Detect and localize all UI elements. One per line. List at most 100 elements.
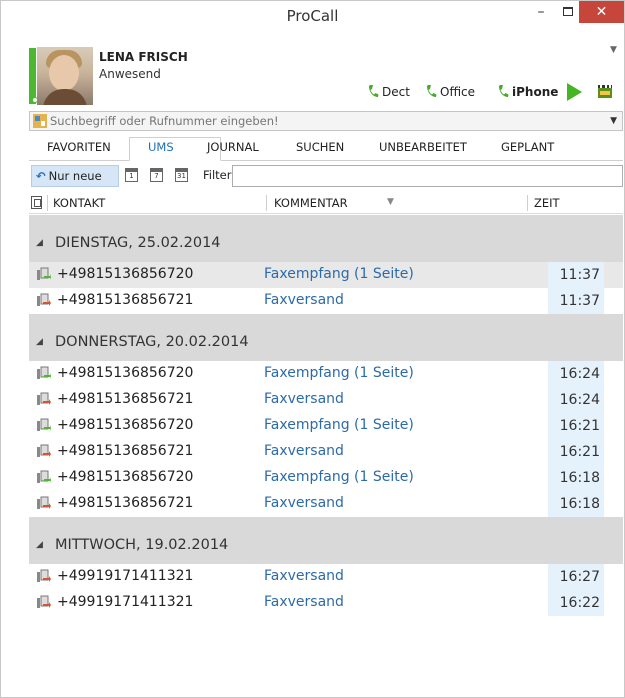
fax-outgoing-icon [37, 444, 51, 457]
comment-link[interactable]: Faxversand [264, 568, 344, 584]
search-dropdown-icon[interactable]: ▼ [610, 116, 617, 126]
device-label: Office [440, 85, 476, 99]
time-value: 11:37 [548, 262, 604, 288]
tab-suchen[interactable]: SUCHEN [296, 140, 344, 154]
phone-icon [499, 85, 509, 97]
group-date-title: DONNERSTAG, 20.02.2014 [55, 334, 249, 350]
toolbar: ↶ Nur neue 1 7 31 Filter [29, 163, 623, 189]
list-item[interactable]: +49815136856721 Faxversand 16:18 [29, 491, 623, 517]
tab-unbearbeitet[interactable]: UNBEARBEITET [379, 140, 467, 154]
procall-window: ProCall – ✕ LENA FRISCH Anwesend ▼ Dect … [0, 0, 625, 698]
time-value: 16:21 [548, 439, 604, 465]
nur-neue-label: Nur neue [48, 169, 102, 183]
search-input[interactable] [50, 112, 605, 130]
list-item[interactable]: +49919171411321 Faxversand 16:22 [29, 590, 623, 616]
device-dect[interactable]: Dect [368, 83, 410, 101]
list-item[interactable]: +49815136856721 Faxversand 16:24 [29, 387, 623, 413]
list-item[interactable]: +49815136856720 Faxempfang (1 Seite) 16:21 [29, 413, 623, 439]
sort-descending-icon: ▼ [387, 197, 394, 207]
minimize-button[interactable]: – [526, 1, 556, 23]
fax-incoming-icon [37, 267, 51, 280]
calendar-day-icon[interactable]: 1 [125, 168, 138, 182]
undo-arrow-icon: ↶ [36, 169, 46, 183]
play-icon[interactable] [567, 83, 582, 101]
column-kommentar[interactable]: KOMMENTAR [274, 196, 348, 210]
fax-incoming-icon [37, 470, 51, 483]
comment-link[interactable]: Faxversand [264, 391, 344, 407]
time-value: 16:21 [548, 413, 604, 439]
nur-neue-button[interactable]: ↶ Nur neue [31, 165, 119, 187]
comment-link[interactable]: Faxempfang (1 Seite) [264, 417, 414, 433]
list-item[interactable]: +49815136856720 Faxempfang (1 Seite) 16:18 [29, 465, 623, 491]
fax-outgoing-icon [37, 293, 51, 306]
time-value: 16:18 [548, 491, 604, 517]
title-bar: ProCall – ✕ [1, 1, 624, 31]
presence-status-bar [29, 48, 36, 104]
collapse-triangle-icon[interactable]: ◢ [36, 337, 43, 347]
user-status[interactable]: Anwesend [99, 67, 161, 81]
fax-outgoing-icon [37, 595, 51, 608]
fax-outgoing-icon [37, 569, 51, 582]
tab-journal[interactable]: JOURNAL [207, 140, 259, 154]
comment-link[interactable]: Faxversand [264, 292, 344, 308]
comment-link[interactable]: Faxempfang (1 Seite) [264, 266, 414, 282]
user-name: LENA FRISCH [99, 50, 188, 64]
contact-number: +49919171411321 [57, 568, 194, 584]
list-item[interactable]: +49815136856721 Faxversand 16:21 [29, 439, 623, 465]
column-zeit[interactable]: ZEIT [534, 196, 560, 210]
list-item[interactable]: +49815136856721 Faxversand 11:37 [29, 288, 623, 314]
collapse-triangle-icon[interactable]: ◢ [36, 540, 43, 550]
comment-link[interactable]: Faxversand [264, 443, 344, 459]
tab-bar: FAVORITEN UMS JOURNAL SUCHEN UNBEARBEITE… [29, 137, 623, 161]
copy-icon[interactable] [31, 196, 42, 209]
list-item[interactable]: +49815136856720 Faxempfang (1 Seite) 16:24 [29, 361, 623, 387]
contact-number: +49815136856720 [57, 417, 194, 433]
tab-geplant[interactable]: GEPLANT [501, 140, 554, 154]
tab-favoriten[interactable]: FAVORITEN [47, 140, 111, 154]
search-icon [33, 114, 47, 128]
device-iphone[interactable]: iPhone [498, 83, 558, 101]
comment-link[interactable]: Faxversand [264, 495, 344, 511]
time-value: 16:27 [548, 564, 604, 590]
time-value: 16:18 [548, 465, 604, 491]
list-item[interactable]: +49919171411321 Faxversand 16:27 [29, 564, 623, 590]
fax-outgoing-icon [37, 496, 51, 509]
date-group-header[interactable]: ◢ DONNERSTAG, 20.02.2014 [29, 314, 623, 361]
time-value: 11:37 [548, 288, 604, 314]
contact-number: +49815136856721 [57, 443, 194, 459]
column-kontakt[interactable]: KONTAKT [53, 196, 105, 210]
column-header-row: KONTAKT KOMMENTAR ▼ ZEIT [29, 192, 623, 214]
device-label: Dect [382, 85, 410, 99]
date-group-header[interactable]: ◢ MITTWOCH, 19.02.2014 [29, 517, 623, 564]
list-item[interactable]: +49815136856720 Faxempfang (1 Seite) 11:37 [29, 262, 623, 288]
calendar-week-icon[interactable]: 7 [150, 168, 163, 182]
contact-number: +49815136856721 [57, 391, 194, 407]
comment-link[interactable]: Faxempfang (1 Seite) [264, 365, 414, 381]
group-date-title: MITTWOCH, 19.02.2014 [55, 537, 229, 553]
header-menu-caret-icon[interactable]: ▼ [610, 45, 617, 55]
search-box[interactable]: ▼ [29, 111, 623, 131]
phone-icon [369, 85, 379, 97]
contact-number: +49815136856720 [57, 266, 194, 282]
time-value: 16:24 [548, 361, 604, 387]
device-label: iPhone [512, 85, 559, 99]
fax-incoming-icon [37, 366, 51, 379]
filter-label: Filter [203, 168, 232, 182]
phone-icon [427, 85, 437, 97]
contact-number: +49919171411321 [57, 594, 194, 610]
comment-link[interactable]: Faxempfang (1 Seite) [264, 469, 414, 485]
device-office[interactable]: Office [426, 83, 475, 101]
group-date-title: DIENSTAG, 25.02.2014 [55, 235, 221, 251]
maximize-icon [563, 7, 573, 16]
avatar[interactable] [37, 47, 93, 105]
comment-link[interactable]: Faxversand [264, 594, 344, 610]
filter-input[interactable] [232, 165, 623, 187]
fax-outgoing-icon [37, 392, 51, 405]
time-value: 16:24 [548, 387, 604, 413]
close-button[interactable]: ✕ [579, 1, 624, 23]
collapse-triangle-icon[interactable]: ◢ [36, 238, 43, 248]
calendar-month-icon[interactable]: 31 [175, 168, 188, 182]
clapperboard-icon[interactable] [597, 83, 613, 99]
date-group-header[interactable]: ◢ DIENSTAG, 25.02.2014 [29, 215, 623, 262]
tab-ums[interactable]: UMS [148, 140, 174, 154]
